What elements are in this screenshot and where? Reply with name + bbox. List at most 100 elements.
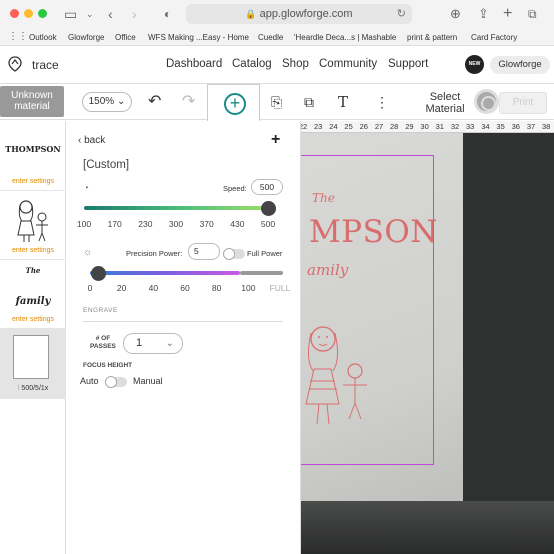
- grid-icon[interactable]: ⋮⋮: [8, 32, 28, 42]
- chevron-left-icon: ‹: [78, 135, 82, 146]
- ruler-tick-label: 28: [390, 122, 399, 131]
- download-icon[interactable]: ⊕: [450, 4, 461, 24]
- nav-community[interactable]: Community: [319, 58, 377, 70]
- bed-workspace[interactable]: The MPSON amily 22 23 24 25 26 27 28 29 30 31 32 33…: [301, 121, 554, 554]
- bookmark-item[interactable]: print & pattern: [407, 33, 457, 42]
- bed-edge-shadow: [301, 501, 554, 554]
- redo-icon[interactable]: ↷: [182, 94, 195, 110]
- blank-artwork-thumbnail: [13, 335, 49, 379]
- sliders-icon: ⫶: [17, 385, 20, 392]
- app-header: trace Dashboard Catalog Shop Community S…: [0, 46, 554, 84]
- bed-background: [463, 133, 554, 554]
- setting-title: [Custom]: [83, 159, 130, 171]
- glowforge-logo-icon[interactable]: [8, 56, 22, 72]
- more-vertical-icon[interactable]: ⋮: [375, 94, 389, 110]
- speed-tick-label: 230: [138, 219, 153, 229]
- full-power-toggle[interactable]: [223, 248, 245, 260]
- power-tick-label: 20: [116, 283, 127, 293]
- fullscreen-window-button[interactable]: [38, 9, 47, 18]
- sidebar-icon[interactable]: ▭: [64, 4, 77, 24]
- back-link[interactable]: ‹ back: [78, 135, 105, 146]
- address-bar[interactable]: 🔒 app.glowforge.com ↻: [186, 4, 412, 24]
- tabs-overview-icon[interactable]: ⧉: [528, 4, 537, 24]
- text-icon[interactable]: T: [338, 94, 348, 110]
- power-tick-label: 60: [180, 283, 190, 293]
- enter-settings-link[interactable]: enter settings: [0, 247, 66, 254]
- print-button[interactable]: Print: [499, 92, 547, 114]
- precision-power-input[interactable]: 5: [188, 243, 220, 260]
- speed-slider-track[interactable]: [84, 206, 276, 210]
- enter-settings-link[interactable]: enter settings: [0, 178, 66, 185]
- precision-power-label: Precision Power:: [126, 249, 183, 258]
- power-slider-track[interactable]: [90, 271, 240, 275]
- passes-select[interactable]: 1 ⌄: [123, 333, 183, 354]
- passes-label-line2: PASSES: [90, 343, 116, 350]
- forward-arrow-icon[interactable]: ›: [132, 4, 137, 24]
- new-badge[interactable]: NEW: [465, 55, 484, 74]
- artwork-text-family: amily: [307, 261, 349, 279]
- power-slider-knob[interactable]: [90, 266, 106, 281]
- bookmark-item[interactable]: Office: [115, 33, 136, 42]
- select-material-label[interactable]: Select Material: [418, 91, 472, 115]
- passes-label: # OF PASSES: [90, 335, 116, 351]
- bookmark-item[interactable]: 'Heardle Deca...s | Mashable: [294, 33, 396, 42]
- thumbnail-item-selected[interactable]: ⫶ 500/5/1x: [0, 329, 66, 399]
- shapes-icon[interactable]: ⧉: [304, 94, 314, 110]
- ruler-tick-label: 23: [314, 122, 323, 131]
- bookmark-item[interactable]: Glowforge: [68, 33, 104, 42]
- artwork-thumbnail-list: THOMPSON enter settings enter settings T…: [0, 121, 66, 554]
- zoom-select[interactable]: 150% ⌄: [82, 92, 132, 112]
- passes-value: 1: [136, 337, 143, 349]
- thumbnail-item[interactable]: enter settings: [0, 191, 66, 260]
- artwork-family-drawing: [305, 326, 367, 425]
- account-button[interactable]: Glowforge: [490, 56, 550, 74]
- browser-toolbar: ▭ ⌄ ‹ › ◐ 🔒 app.glowforge.com ↻ ⊕ ⇪ + ⧉: [0, 0, 554, 29]
- trace-icon[interactable]: ⎘: [271, 94, 282, 110]
- ruler-tick-label: 34: [481, 122, 490, 131]
- back-label: back: [84, 135, 106, 146]
- close-window-button[interactable]: [10, 9, 19, 18]
- manual-label: Manual: [133, 376, 163, 386]
- material-button[interactable]: Unknown material: [0, 86, 64, 117]
- add-artwork-button[interactable]: +: [207, 84, 260, 124]
- speed-slider-knob[interactable]: [261, 201, 276, 216]
- nav-support[interactable]: Support: [388, 58, 428, 70]
- share-icon[interactable]: ⇪: [478, 4, 489, 24]
- power-slider-full-segment[interactable]: [240, 271, 283, 275]
- chevron-down-icon[interactable]: ⌄: [86, 4, 94, 24]
- back-arrow-icon[interactable]: ‹: [108, 4, 113, 24]
- url-text: app.glowforge.com: [259, 8, 353, 20]
- speed-label: Speed:: [223, 184, 247, 193]
- undo-icon[interactable]: ↶: [148, 94, 161, 110]
- nav-dashboard[interactable]: Dashboard: [166, 58, 222, 70]
- focus-height-toggle[interactable]: [105, 376, 127, 388]
- bookmark-item[interactable]: Card Factory: [471, 33, 517, 42]
- speed-tick-labels: 100 170 230 300 370 430 500: [77, 219, 276, 229]
- minimize-window-button[interactable]: [24, 9, 33, 18]
- zoom-value: 150%: [88, 96, 115, 107]
- speed-tick-label: 430: [230, 219, 245, 229]
- enter-settings-link[interactable]: enter settings: [0, 316, 66, 323]
- add-setting-button[interactable]: +: [271, 131, 280, 149]
- no-material-icon[interactable]: [474, 89, 499, 114]
- top-ruler: 222324252627282930313233343536373839: [301, 121, 554, 133]
- nav-shop[interactable]: Shop: [282, 58, 309, 70]
- ruler-tick-label: 37: [526, 122, 536, 131]
- bookmark-item[interactable]: WFS Making ...Easy - Home: [148, 33, 249, 42]
- shield-icon[interactable]: ◐: [164, 4, 171, 24]
- bookmark-item[interactable]: Outlook: [29, 33, 57, 42]
- lock-icon: 🔒: [245, 9, 257, 19]
- ruler-tick-label: 38: [542, 122, 551, 131]
- nav-catalog[interactable]: Catalog: [232, 58, 272, 70]
- divider: [83, 321, 283, 322]
- bookmark-item[interactable]: Cuedle: [258, 33, 283, 42]
- brightness-icon: ☼: [83, 247, 93, 258]
- ruler-tick-label: 25: [344, 122, 353, 131]
- thumbnail-item[interactable]: The family enter settings: [0, 260, 66, 329]
- reload-icon[interactable]: ↻: [397, 4, 406, 24]
- ruler-tick-label: 36: [511, 122, 520, 131]
- new-tab-icon[interactable]: +: [503, 4, 512, 24]
- project-title[interactable]: trace: [32, 58, 59, 72]
- thumbnail-item[interactable]: THOMPSON enter settings: [0, 121, 66, 191]
- speed-input[interactable]: 500: [251, 179, 283, 195]
